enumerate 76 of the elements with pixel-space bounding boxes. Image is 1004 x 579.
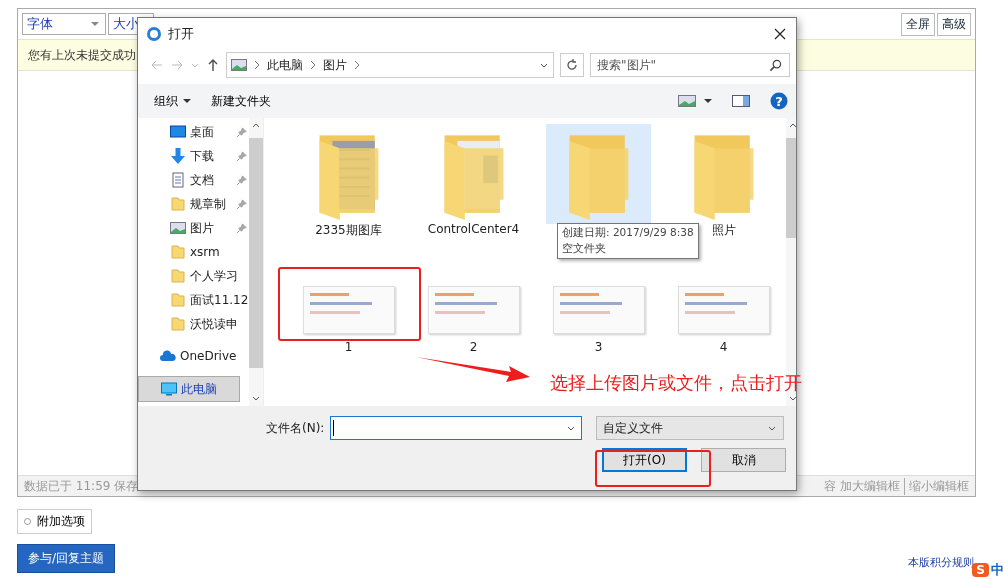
- nav-item[interactable]: 此电脑: [138, 376, 240, 402]
- help-icon[interactable]: ?: [770, 92, 788, 110]
- nav-label: 桌面: [190, 123, 214, 141]
- view-icon[interactable]: [678, 95, 696, 107]
- file-name: 2: [469, 340, 478, 354]
- nav-item[interactable]: 规章制: [138, 192, 249, 216]
- breadcrumb[interactable]: 图片: [323, 56, 347, 74]
- nav-label: OneDrive: [180, 349, 237, 363]
- folder-icon: [170, 268, 186, 284]
- tooltip-text: 创建日期: 2017/9/29 8:38: [562, 226, 694, 240]
- nav-label: 沃悦读申: [190, 315, 238, 333]
- file-name: 2335期图库: [315, 222, 382, 239]
- nav-item[interactable]: 图片: [138, 216, 249, 240]
- breadcrumb[interactable]: 此电脑: [267, 56, 303, 74]
- file-name-field[interactable]: [330, 416, 583, 440]
- attach-options-button[interactable]: 附加选项: [17, 509, 92, 534]
- nav-item[interactable]: 个人学习: [138, 264, 249, 288]
- ime-indicator[interactable]: S 中: [972, 561, 1004, 579]
- editor-button[interactable]: 全屏: [901, 12, 935, 36]
- dialog-button[interactable]: 取消: [701, 448, 786, 472]
- status-text: 容: [824, 477, 836, 495]
- address-bar[interactable]: 此电脑 图片: [226, 52, 554, 78]
- dialog-button[interactable]: 打开(O): [602, 448, 687, 472]
- file-name-label: 文件名(N):: [266, 419, 325, 437]
- save-status: 数据已于 11:59 保存: [24, 477, 139, 495]
- refresh-icon[interactable]: [560, 53, 584, 77]
- nav-label: xsrm: [190, 245, 220, 259]
- nav-label: 文档: [190, 171, 214, 189]
- nav-item[interactable]: 沃悦读申: [138, 312, 249, 336]
- nav-label: 此电脑: [181, 380, 217, 398]
- picture-icon: [231, 59, 247, 71]
- organize-menu[interactable]: 组织: [148, 90, 197, 112]
- nav-item[interactable]: 桌面: [138, 120, 249, 144]
- document-icon: [170, 172, 186, 188]
- nav-item[interactable]: 面试11.12: [138, 288, 249, 312]
- chevron-right-icon: [354, 60, 360, 70]
- nav-item[interactable]: 下载: [138, 144, 249, 168]
- app-icon: [146, 26, 162, 42]
- folder-icon: [170, 196, 186, 212]
- scrollbar[interactable]: [249, 118, 263, 406]
- nav-label: 面试11.12: [190, 291, 249, 309]
- folder-icon: [170, 316, 186, 332]
- file-name: 4: [719, 340, 728, 354]
- chevron-right-icon: [254, 60, 260, 70]
- chevron-right-icon: [310, 60, 316, 70]
- file-name: 照片: [711, 222, 736, 239]
- nav-label: 下载: [190, 147, 214, 165]
- preview-pane-icon[interactable]: [732, 95, 750, 107]
- reply-button[interactable]: 参与/回复主题: [17, 544, 116, 573]
- picture-icon: [170, 220, 186, 236]
- nav-item[interactable]: OneDrive: [138, 344, 249, 368]
- up-arrow-icon[interactable]: [206, 58, 220, 72]
- search-field[interactable]: 搜索"图片": [590, 53, 790, 77]
- file-name: ControlCenter4: [427, 222, 520, 236]
- nav-label: 规章制: [190, 195, 226, 213]
- ime-logo-icon: S: [972, 563, 989, 577]
- nav-item[interactable]: xsrm: [138, 240, 249, 264]
- new-folder-button[interactable]: 新建文件夹: [205, 90, 277, 112]
- file-type-select[interactable]: 自定义文件: [596, 416, 785, 440]
- rules-link[interactable]: 本版积分规则: [908, 555, 974, 570]
- down-arrow-icon: [170, 148, 186, 164]
- nav-item[interactable]: 文档: [138, 168, 249, 192]
- folder-icon: [170, 292, 186, 308]
- close-icon[interactable]: [774, 28, 786, 40]
- nav-label: 图片: [190, 219, 214, 237]
- cloud-icon: [160, 348, 176, 364]
- nav-label: 个人学习: [190, 267, 238, 285]
- search-icon: [769, 59, 782, 72]
- monitor-icon: [170, 124, 186, 140]
- file-name: 1: [344, 340, 353, 354]
- folder-icon: [170, 244, 186, 260]
- editor-button[interactable]: 高级: [937, 12, 971, 36]
- font-select[interactable]: 字体: [22, 13, 106, 35]
- file-name: 3: [594, 340, 603, 354]
- computer-icon: [161, 381, 177, 397]
- tooltip-text: 空文件夹: [562, 242, 607, 256]
